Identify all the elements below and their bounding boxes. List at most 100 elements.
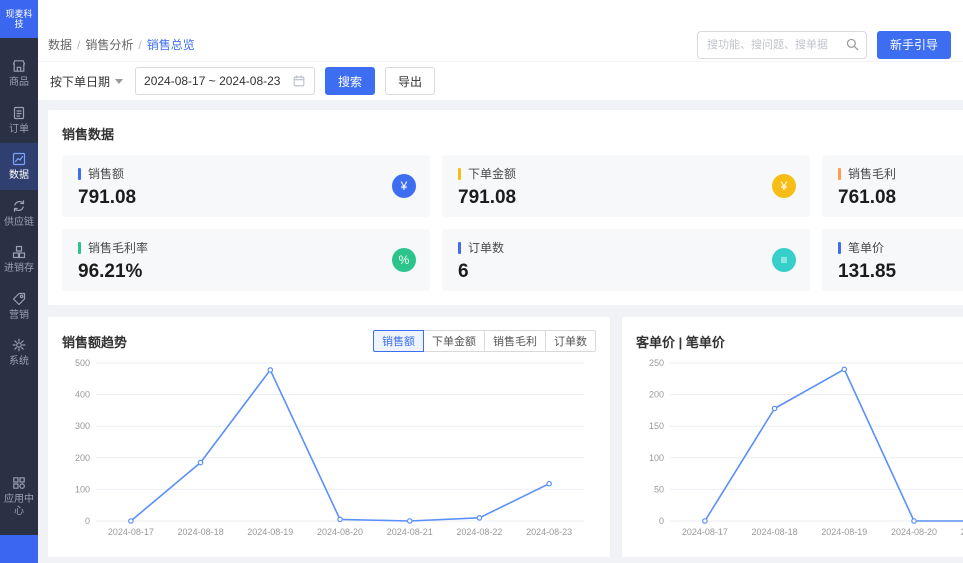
sidebar-item-data[interactable]: 数据	[0, 143, 38, 190]
stat-value: 791.08	[458, 187, 794, 209]
calendar-icon	[292, 74, 306, 88]
sidebar-item-label: 数据	[9, 170, 29, 182]
breadcrumb-item-data[interactable]: 数据	[48, 36, 72, 53]
orders-circle-icon: ≡	[772, 248, 796, 272]
stat-label: 销售毛利	[848, 165, 896, 182]
date-type-label: 按下单日期	[50, 73, 110, 90]
svg-text:250: 250	[649, 358, 664, 368]
sales-data-panel: 销售数据 销售额 791.08 ¥ 下单金额 791.08 ¥	[48, 110, 963, 305]
marketing-icon	[11, 291, 27, 307]
shop-icon	[11, 58, 27, 74]
panel-title: 销售数据	[62, 124, 963, 143]
guide-button[interactable]: 新手引导	[877, 31, 951, 59]
sidebar-item-goods[interactable]: 商品	[0, 50, 38, 97]
breadcrumb-separator: /	[138, 38, 141, 52]
breadcrumb-item-sales-analysis[interactable]: 销售分析	[85, 36, 133, 53]
main-area: 数据 / 销售分析 / 销售总览 新手引导 按下单日期	[38, 0, 963, 563]
breadcrumb: 数据 / 销售分析 / 销售总览	[48, 36, 195, 53]
stat-label: 下单金额	[468, 165, 516, 182]
filter-bar: 按下单日期 2024-08-17 ~ 2024-08-23 搜索 导出	[38, 62, 963, 100]
stat-value: 791.08	[78, 187, 414, 209]
color-bar	[458, 168, 461, 180]
sidebar-item-label: 供应链	[4, 217, 34, 229]
svg-text:2024-08-21: 2024-08-21	[387, 527, 433, 537]
sidebar-item-marketing[interactable]: 营销	[0, 283, 38, 330]
topbar: 数据 / 销售分析 / 销售总览 新手引导	[38, 0, 963, 62]
date-range-value: 2024-08-17 ~ 2024-08-23	[144, 74, 280, 88]
color-bar	[838, 242, 841, 254]
chart-title: 客单价 | 笔单价	[636, 332, 725, 351]
tab-order-count[interactable]: 订单数	[545, 330, 596, 352]
app-root: 现麦科技 商品 订单 数据	[0, 0, 963, 563]
svg-text:100: 100	[649, 453, 664, 463]
svg-text:2024-08-17: 2024-08-17	[108, 527, 154, 537]
stat-card-gross-profit: 销售毛利 761.08 ¥	[822, 155, 963, 217]
stat-grid: 销售额 791.08 ¥ 下单金额 791.08 ¥ 销售毛利 761.08	[62, 155, 963, 291]
sidebar-item-inventory[interactable]: 进销存	[0, 236, 38, 283]
sidebar-item-label: 商品	[9, 77, 29, 89]
sidebar-footer-block[interactable]	[0, 535, 38, 563]
breadcrumb-separator: /	[77, 38, 80, 52]
svg-text:2024-08-20: 2024-08-20	[317, 527, 363, 537]
sidebar-item-label: 应用中心	[1, 494, 37, 517]
stat-card-order-count: 订单数 6 ≡	[442, 229, 810, 291]
svg-text:150: 150	[649, 421, 664, 431]
svg-text:200: 200	[649, 390, 664, 400]
tab-sales-amount[interactable]: 销售额	[373, 330, 424, 352]
svg-text:0: 0	[85, 516, 90, 526]
search-input[interactable]	[697, 31, 867, 59]
sidebar-item-system[interactable]: 系统	[0, 329, 38, 376]
content-area: 销售数据 销售额 791.08 ¥ 下单金额 791.08 ¥	[38, 100, 963, 563]
unit-price-panel: 客单价 | 笔单价 0 50 100 150 200 250 2024-08-17 2024-…	[622, 317, 963, 557]
stat-value: 761.08	[838, 187, 963, 209]
stat-card-order-amount: 下单金额 791.08 ¥	[442, 155, 810, 217]
svg-text:2024-08-22: 2024-08-22	[456, 527, 502, 537]
percent-circle-icon: %	[392, 248, 416, 272]
stat-label: 笔单价	[848, 239, 884, 256]
global-search	[697, 31, 867, 59]
date-type-select[interactable]: 按下单日期	[48, 73, 125, 90]
sales-trend-chart: 01002003004005002024-08-172024-08-182024…	[62, 355, 596, 543]
stat-value: 96.21%	[78, 261, 414, 283]
sidebar-item-label: 订单	[9, 124, 29, 136]
stat-label: 销售额	[88, 165, 124, 182]
color-bar	[78, 168, 81, 180]
stat-card-gross-margin: 销售毛利率 96.21% %	[62, 229, 430, 291]
tab-order-amount[interactable]: 下单金额	[423, 330, 485, 352]
yuan-circle-icon: ¥	[392, 174, 416, 198]
date-range-input[interactable]: 2024-08-17 ~ 2024-08-23	[135, 67, 315, 95]
coin-circle-icon: ¥	[772, 174, 796, 198]
sidebar-item-app-center[interactable]: 应用中心	[0, 467, 38, 525]
svg-text:50: 50	[654, 484, 664, 494]
svg-text:500: 500	[75, 358, 90, 368]
stat-value: 6	[458, 261, 794, 283]
logo[interactable]: 现麦科技	[0, 0, 38, 38]
color-bar	[838, 168, 841, 180]
chart-title: 销售额趋势	[62, 332, 127, 351]
stat-card-price-per-order: 笔单价 131.85 ¥	[822, 229, 963, 291]
sidebar-item-label: 进销存	[4, 263, 34, 275]
svg-text:2024-08-19: 2024-08-19	[247, 527, 293, 537]
sidebar-item-orders[interactable]: 订单	[0, 97, 38, 144]
supply-chain-icon	[11, 198, 27, 214]
svg-text:2024-08-19: 2024-08-19	[821, 527, 867, 537]
tab-gross-profit[interactable]: 销售毛利	[484, 330, 546, 352]
svg-text:2024-08-18: 2024-08-18	[752, 527, 798, 537]
chevron-down-icon	[115, 79, 123, 84]
stat-value: 131.85	[838, 261, 963, 283]
svg-text:200: 200	[75, 453, 90, 463]
trend-metric-tabs: 销售额 下单金额 销售毛利 订单数	[373, 330, 596, 352]
unit-price-chart: 0 50 100 150 200 250 2024-08-17 2024-08-18 2024-…	[636, 355, 963, 543]
sidebar: 现麦科技 商品 订单 数据	[0, 0, 38, 563]
svg-text:400: 400	[75, 390, 90, 400]
search-button[interactable]: 搜索	[325, 67, 375, 95]
color-bar	[458, 242, 461, 254]
stat-label: 订单数	[468, 239, 504, 256]
order-icon	[11, 105, 27, 121]
sidebar-item-supply-chain[interactable]: 供应链	[0, 190, 38, 237]
svg-text:0: 0	[659, 516, 664, 526]
search-icon[interactable]	[845, 37, 860, 52]
data-chart-icon	[11, 151, 27, 167]
svg-text:2024-08-17: 2024-08-17	[682, 527, 728, 537]
export-button[interactable]: 导出	[385, 67, 435, 95]
